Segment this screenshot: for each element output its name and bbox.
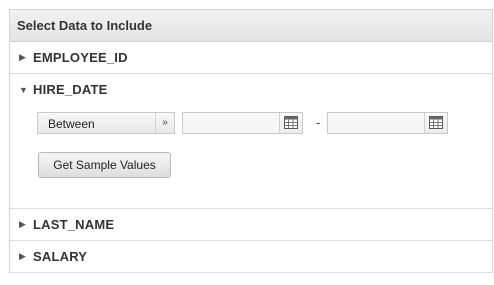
triangle-right-icon: ▶ — [19, 52, 26, 62]
triangle-right-icon: ▶ — [19, 219, 26, 229]
field-toggle-last-name[interactable]: ▶ LAST_NAME — [10, 209, 492, 240]
range-separator: - — [316, 115, 321, 130]
field-hire-date: ▼ HIRE_DATE Between » - Get Sample Value… — [10, 74, 492, 209]
calendar-icon[interactable] — [279, 113, 302, 133]
operator-select[interactable]: Between » — [37, 112, 175, 134]
double-chevron-down-icon: » — [155, 113, 174, 133]
field-last-name: ▶ LAST_NAME — [10, 209, 492, 241]
field-toggle-salary[interactable]: ▶ SALARY — [10, 241, 492, 272]
field-label: EMPLOYEE_ID — [33, 50, 128, 65]
field-toggle-employee-id[interactable]: ▶ EMPLOYEE_ID — [10, 42, 492, 73]
triangle-right-icon: ▶ — [19, 251, 26, 261]
field-label: SALARY — [33, 249, 88, 264]
triangle-down-icon: ▼ — [19, 84, 28, 95]
operator-value: Between — [48, 117, 95, 131]
get-sample-values-button[interactable]: Get Sample Values — [38, 152, 171, 178]
field-label: LAST_NAME — [33, 217, 115, 232]
field-employee-id: ▶ EMPLOYEE_ID — [10, 42, 492, 74]
date-filter-row: Between » - — [37, 112, 457, 136]
date-to-field — [327, 112, 448, 134]
date-to-input[interactable] — [328, 113, 434, 133]
field-label: HIRE_DATE — [33, 82, 108, 97]
field-salary: ▶ SALARY — [10, 241, 492, 273]
date-from-field — [182, 112, 303, 134]
calendar-icon[interactable] — [424, 113, 447, 133]
select-data-panel: Select Data to Include ▶ EMPLOYEE_ID ▼ H… — [9, 9, 493, 273]
field-toggle-hire-date[interactable]: ▼ HIRE_DATE — [10, 74, 492, 105]
panel-title: Select Data to Include — [10, 10, 492, 42]
date-from-input[interactable] — [183, 113, 289, 133]
